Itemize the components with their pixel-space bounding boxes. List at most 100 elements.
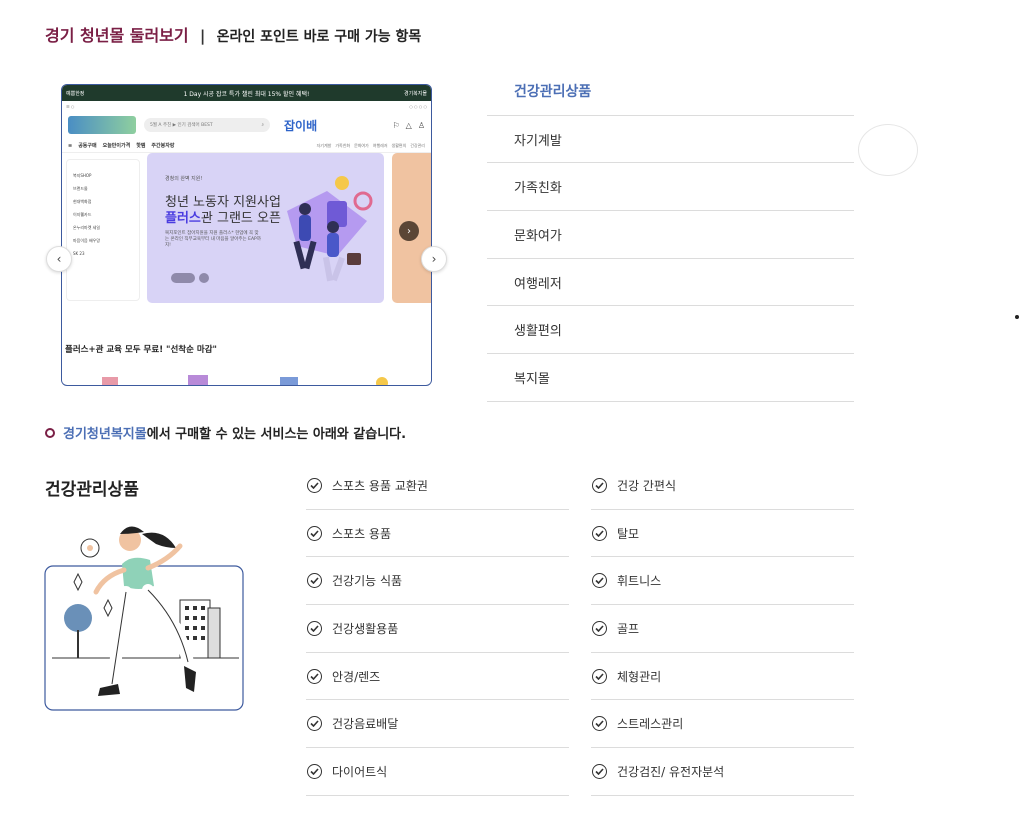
preview-banner-line2: 플러스관 그랜드 오픈 (165, 207, 281, 226)
service-item: 체형관리 (591, 653, 854, 701)
preview-util-bar: ☰ ○ ○ ○ ○ ○ (66, 103, 427, 109)
check-circle-icon (307, 477, 322, 493)
preview-search: 5월 A 주친 ▶ 인기 검색어 BEST ⌕ (144, 118, 270, 132)
preview-nav-sub-item: 자기계발 (316, 142, 332, 148)
category-self-development[interactable]: 자기계발 (487, 116, 854, 164)
service-label: 건강음료배달 (332, 717, 399, 732)
services-column-left: 스포츠 용품 교환권 스포츠 용품 건강기능 식품 건강생활용품 안경/렌즈 건… (306, 462, 569, 796)
preview-banner-tag: 경청의 완벽 지원! (165, 176, 203, 182)
check-circle-icon (307, 668, 322, 684)
preview-sidebar: 복지SHOP 브랜드몰 현대백화점 이지웰카드 온누리마켓 세일 마음이음 배우… (66, 159, 140, 301)
service-item: 스포츠 용품 (306, 510, 569, 558)
carousel-prev-button[interactable]: ‹ (46, 246, 72, 272)
check-circle-icon (307, 620, 322, 636)
preview-side-item: 브랜드몰 (73, 186, 88, 191)
preview-nav-item: 공동구매 (78, 143, 97, 149)
check-circle-icon (307, 573, 322, 589)
service-label: 건강 간편식 (617, 478, 677, 493)
category-family[interactable]: 가족친화 (487, 163, 854, 212)
service-label: 스포츠 용품 (332, 526, 392, 541)
preview-nav-sub-item: 건강관리 (410, 142, 425, 148)
cart-icon: △ (405, 120, 412, 130)
preview-side-item: 마음이음 배우망 (73, 238, 101, 243)
title-separator: | (199, 27, 206, 45)
mall-preview-screenshot[interactable]: 예쁨한정 1 Day 시공 잡코 특가 챌린 최대 15% 할인 혜택! 경기복… (61, 84, 432, 386)
preview-nav: ≡ 공동구매 오늘만이가격 핫템 주간봉자랑 자기계발 가족친화 문화여가 여행… (62, 139, 431, 153)
service-label: 안경/렌즈 (332, 669, 381, 684)
preview-banner-pager (171, 273, 195, 283)
preview-nav-sub-item: 문화여가 (354, 142, 369, 148)
service-item: 건강 간편식 (591, 462, 854, 510)
check-circle-icon (592, 620, 607, 636)
service-item: 건강기능 식품 (306, 557, 569, 606)
service-label: 스트레스관리 (617, 717, 684, 732)
check-circle-icon (592, 477, 607, 493)
check-circle-icon (592, 668, 607, 684)
page-subtitle: 온라인 포인트 바로 구매 가능 항목 (216, 29, 422, 45)
carousel-next-button[interactable]: › (421, 246, 447, 272)
check-circle-icon (307, 716, 322, 732)
check-circle-icon (307, 763, 322, 779)
preview-nav-sub-item: 생활편의 (391, 142, 407, 148)
banner-illustration (287, 176, 373, 282)
services-intro: 경기청년복지몰 에서 구매할 수 있는 서비스는 아래와 같습니다. (45, 423, 406, 442)
preview-nav-sub-item: 가족친화 (335, 142, 351, 148)
check-circle-icon (592, 763, 607, 779)
preview-caption: 플러스+관 교육 모두 무료! "선착순 마감" (65, 345, 217, 355)
service-item: 탈모 (591, 510, 854, 558)
service-label: 골프 (617, 621, 640, 636)
service-item: 스트레스관리 (591, 700, 854, 749)
preview-topbar-left: 예쁨한정 (66, 90, 85, 97)
preview-side-item: 현대백화점 (73, 199, 92, 204)
service-item: 골프 (591, 605, 854, 653)
preview-nav-item: 핫템 (136, 143, 146, 149)
preview-topbar-right: 경기복지몰 (403, 90, 427, 97)
service-item: 건강음료배달 (306, 700, 569, 749)
page-title: 경기 청년몰 둘러보기 (45, 26, 189, 45)
category-culture[interactable]: 문화여가 (487, 211, 854, 259)
check-circle-icon (592, 525, 607, 541)
chevron-right-icon[interactable]: › (399, 221, 419, 241)
service-label: 체형관리 (617, 669, 662, 684)
service-item: 건강생활용품 (306, 605, 569, 653)
service-item: 스포츠 용품 교환권 (306, 462, 569, 510)
floating-circle-button[interactable] (858, 124, 918, 176)
bookmark-icon: ⚐ (392, 120, 400, 130)
preview-nav-sub-item: 여행레저 (372, 142, 388, 148)
services-column-right: 건강 간편식 탈모 휘트니스 골프 체형관리 스트레스관리 건강검진/ 유전자분… (591, 462, 854, 796)
bullet-dot (1015, 315, 1019, 319)
category-living[interactable]: 생활편의 (487, 306, 854, 355)
service-label: 건강검진/ 유전자분석 (617, 764, 725, 779)
service-label: 스포츠 용품 교환권 (332, 478, 428, 493)
category-travel[interactable]: 여행레저 (487, 259, 854, 307)
preview-banner-desc: 복지포인트 잡아지원을 지원 플러스* 현업에 꼭 맞는 온라인 직무교육부터 … (165, 231, 261, 248)
preview-body: 복지SHOP 브랜드몰 현대백화점 이지웰카드 온누리마켓 세일 마음이음 배우… (62, 153, 431, 323)
preview-side-item: 복지SHOP (73, 173, 92, 178)
preview-search-placeholder: 5월 A 주친 ▶ 인기 검색어 BEST (150, 123, 213, 128)
chevron-right-icon: › (431, 252, 437, 266)
preview-nav-item: 주간봉자랑 (151, 143, 175, 149)
preview-header-icons: ⚐ △ ♙ (393, 121, 426, 130)
check-circle-icon (307, 525, 322, 541)
search-icon: ⌕ (261, 123, 264, 128)
service-label: 다이어트식 (332, 764, 388, 779)
chevron-left-icon: ‹ (56, 252, 62, 266)
preview-banner-accent: 플러스 (165, 211, 201, 226)
category-welfare-mall[interactable]: 복지몰 (487, 354, 854, 402)
service-item: 다이어트식 (306, 748, 569, 796)
preview-category-icons (102, 375, 388, 385)
running-woman-illustration (44, 526, 244, 711)
preview-brand: 잡이배 (284, 118, 318, 133)
service-label: 휘트니스 (617, 574, 662, 589)
category-health[interactable]: 건강관리상품 (487, 68, 854, 116)
preview-header: 5월 A 주친 ▶ 인기 검색어 BEST ⌕ 잡이배 ⚐ △ ♙ (62, 111, 431, 139)
user-icon: ♙ (417, 120, 425, 130)
service-label: 건강생활용품 (332, 621, 399, 636)
service-label: 탈모 (617, 526, 640, 541)
intro-text: 에서 구매할 수 있는 서비스는 아래와 같습니다. (146, 427, 407, 442)
check-circle-icon (592, 573, 607, 589)
service-item: 건강검진/ 유전자분석 (591, 748, 854, 796)
check-circle-icon (592, 716, 607, 732)
pause-icon (199, 273, 209, 283)
section-title: 건강관리상품 (45, 480, 139, 500)
